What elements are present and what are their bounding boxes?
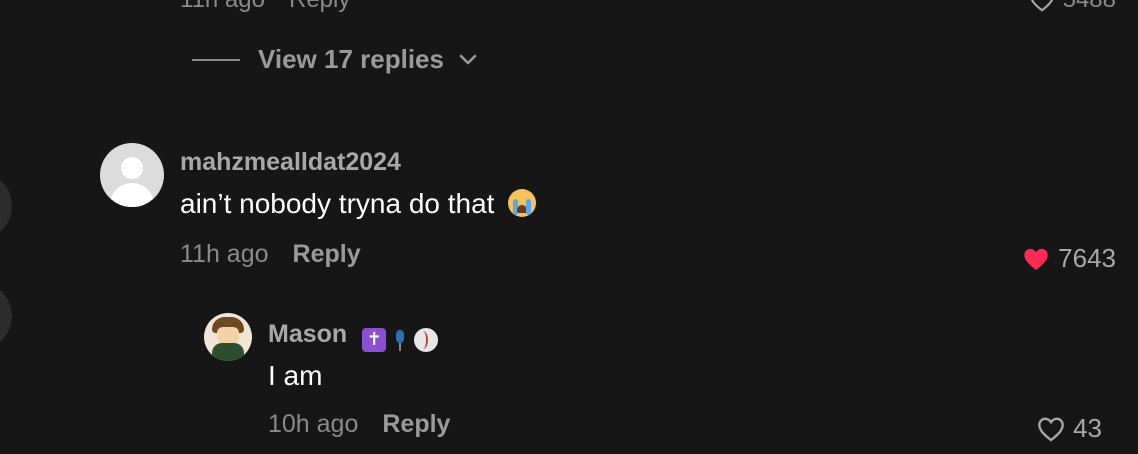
default-avatar-head	[121, 157, 143, 179]
username-badges: ✝	[362, 328, 439, 352]
avatar[interactable]	[100, 143, 164, 207]
baseball-icon	[414, 328, 439, 352]
previous-comment-meta: 11h ago Reply	[180, 0, 350, 14]
avatar-shirt	[212, 343, 244, 361]
comments-panel: 11h ago Reply 5488 View 17 replies mahzm…	[0, 0, 1138, 454]
heart-filled-icon	[1024, 248, 1048, 270]
heart-outline-icon	[1038, 417, 1064, 442]
comment-timestamp: 11h ago	[180, 240, 269, 268]
loudly-crying-face-icon	[508, 189, 537, 217]
reply-reply-button[interactable]: Reply	[382, 410, 450, 439]
reply-like-button[interactable]: 43	[1037, 413, 1102, 444]
previous-comment-timestamp: 11h ago	[180, 0, 265, 14]
comment-like-button[interactable]: 7643	[1022, 243, 1116, 274]
previous-comment-like-button[interactable]: 5488	[1029, 0, 1116, 14]
latin-cross-icon: ✝	[362, 328, 387, 352]
comment-username[interactable]: mahzmealldat2024	[180, 148, 401, 177]
previous-comment-reply-button[interactable]: Reply	[289, 0, 350, 14]
view-replies-button[interactable]: View 17 replies	[192, 44, 478, 75]
comment-text-container: ain’t nobody tryna do that	[180, 188, 537, 220]
side-action-button[interactable]	[0, 282, 12, 350]
reply-username-row: Mason ✝	[268, 320, 439, 352]
reply-text: I am	[268, 360, 323, 391]
reply-meta: 10h ago Reply	[268, 410, 450, 439]
heart-outline-icon	[1030, 0, 1053, 12]
reply-avatar[interactable]	[204, 313, 252, 361]
view-replies-label: View 17 replies	[258, 44, 444, 74]
reply-timestamp: 10h ago	[268, 410, 359, 438]
side-action-button[interactable]	[0, 172, 12, 240]
comment-text: ain’t nobody tryna do that	[180, 188, 495, 219]
avatar-face	[217, 327, 239, 343]
comment-like-count: 7643	[1058, 243, 1116, 273]
chevron-down-icon	[459, 54, 477, 64]
divider-line	[192, 58, 240, 61]
reply-like-count: 43	[1073, 413, 1102, 443]
default-avatar-body	[110, 183, 154, 207]
microphone-icon	[390, 328, 410, 352]
previous-comment-like-count: 5488	[1063, 0, 1116, 14]
comment-meta: 11h ago Reply	[180, 240, 361, 269]
comment-reply-button[interactable]: Reply	[293, 240, 361, 269]
reply-username[interactable]: Mason	[268, 320, 347, 348]
